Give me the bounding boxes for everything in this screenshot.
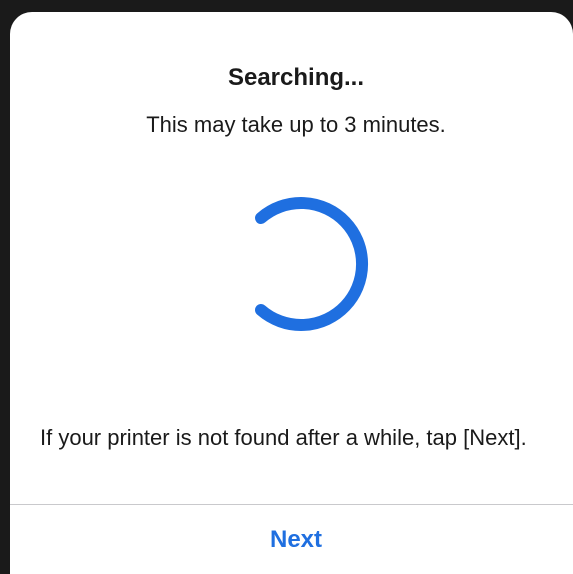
spinner-arc: [255, 197, 368, 331]
search-dialog: Searching... This may take up to 3 minut…: [10, 12, 573, 574]
dialog-subtitle: This may take up to 3 minutes.: [146, 112, 446, 137]
hint-text: If your printer is not found after a whi…: [40, 425, 527, 450]
next-button[interactable]: Next: [10, 505, 573, 574]
dialog-title: Searching...: [227, 64, 365, 91]
loading-spinner-icon: [255, 197, 368, 331]
